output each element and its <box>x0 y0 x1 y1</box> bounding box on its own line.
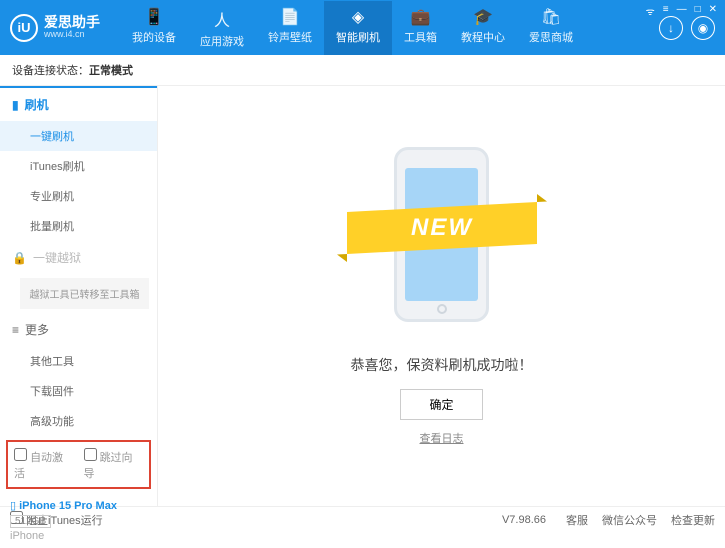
new-ribbon: NEW <box>347 202 537 254</box>
footer-link-update[interactable]: 检查更新 <box>671 512 715 528</box>
content-area: NEW 恭喜您，保资料刷机成功啦！ 确定 查看日志 <box>158 86 725 506</box>
device-icon: 📱 <box>132 7 176 27</box>
logo: iU 爱思助手 www.i4.cn <box>10 14 100 42</box>
device-info: ▯ iPhone 15 Pro Max 512GB iPhone <box>0 493 157 548</box>
phone-icon: ▮ <box>12 98 19 112</box>
connection-status: 正常模式 <box>89 65 133 77</box>
sidebar-item-oneclick-flash[interactable]: 一键刷机 <box>0 121 157 151</box>
sidebar-item-other-tools[interactable]: 其他工具 <box>0 346 157 376</box>
tab-apps-games[interactable]: 人应用游戏 <box>188 1 256 55</box>
menu-icon[interactable]: ≡ <box>663 4 669 18</box>
wifi-icon[interactable]: ᯤ <box>646 4 655 18</box>
checkbox-skip-wizard[interactable]: 跳过向导 <box>84 448 144 481</box>
close-icon[interactable]: ✕ <box>709 4 717 18</box>
device-storage: 512GB <box>10 515 51 528</box>
status-bar: 设备连接状态：正常模式 <box>0 55 725 86</box>
minimize-icon[interactable]: — <box>677 4 687 18</box>
menu-icon: ≡ <box>12 323 19 337</box>
checkbox-group-highlighted: 自动激活 跳过向导 <box>6 440 151 489</box>
sidebar-item-batch-flash[interactable]: 批量刷机 <box>0 211 157 241</box>
version-label: V7.98.66 <box>502 514 546 526</box>
tab-toolbox[interactable]: 💼工具箱 <box>392 1 449 55</box>
nav-tabs: 📱我的设备 人应用游戏 📄铃声壁纸 ◈智能刷机 💼工具箱 🎓教程中心 🛍爱思商城 <box>120 1 659 55</box>
view-log-link[interactable]: 查看日志 <box>420 430 464 446</box>
jailbreak-note: 越狱工具已转移至工具箱 <box>20 278 149 309</box>
window-controls: ᯤ ≡ — □ ✕ <box>646 4 717 18</box>
logo-icon: iU <box>10 14 38 42</box>
tab-smart-flash[interactable]: ◈智能刷机 <box>324 1 392 55</box>
toolbox-icon: 💼 <box>404 7 437 27</box>
device-phone-icon: ▯ <box>10 500 16 512</box>
tab-store[interactable]: 🛍爱思商城 <box>517 1 585 55</box>
sidebar-item-itunes-flash[interactable]: iTunes刷机 <box>0 151 157 181</box>
maximize-icon[interactable]: □ <box>695 4 701 18</box>
download-button[interactable]: ↓ <box>659 16 683 40</box>
sidebar-section-flash: ▮刷机 <box>0 86 157 121</box>
lock-icon: 🔒 <box>12 251 27 265</box>
device-name: iPhone 15 Pro Max <box>19 500 117 512</box>
sidebar-item-pro-flash[interactable]: 专业刷机 <box>0 181 157 211</box>
device-type: iPhone <box>10 530 147 542</box>
sidebar-item-download-firmware[interactable]: 下载固件 <box>0 376 157 406</box>
success-message: 恭喜您，保资料刷机成功啦！ <box>351 355 533 375</box>
apps-icon: 人 <box>200 7 244 31</box>
media-icon: 📄 <box>268 7 312 27</box>
store-icon: 🛍 <box>529 7 573 27</box>
user-button[interactable]: ◉ <box>691 16 715 40</box>
app-subtitle: www.i4.cn <box>44 30 100 40</box>
sidebar-section-more: ≡更多 <box>0 313 157 346</box>
app-title: 爱思助手 <box>44 15 100 30</box>
sidebar-item-advanced[interactable]: 高级功能 <box>0 406 157 436</box>
flash-icon: ◈ <box>336 7 380 27</box>
tab-ringtones-wallpapers[interactable]: 📄铃声壁纸 <box>256 1 324 55</box>
footer-link-wechat[interactable]: 微信公众号 <box>602 512 657 528</box>
tutorial-icon: 🎓 <box>461 7 505 27</box>
header: ᯤ ≡ — □ ✕ iU 爱思助手 www.i4.cn 📱我的设备 人应用游戏 … <box>0 0 725 55</box>
sidebar-section-jailbreak: 🔒一键越狱 <box>0 241 157 274</box>
footer-link-support[interactable]: 客服 <box>566 512 588 528</box>
success-illustration: NEW <box>357 147 527 337</box>
tab-tutorials[interactable]: 🎓教程中心 <box>449 1 517 55</box>
checkbox-auto-activate[interactable]: 自动激活 <box>14 448 74 481</box>
sidebar: ▮刷机 一键刷机 iTunes刷机 专业刷机 批量刷机 🔒一键越狱 越狱工具已转… <box>0 86 158 506</box>
tab-my-device[interactable]: 📱我的设备 <box>120 1 188 55</box>
ok-button[interactable]: 确定 <box>400 389 482 420</box>
